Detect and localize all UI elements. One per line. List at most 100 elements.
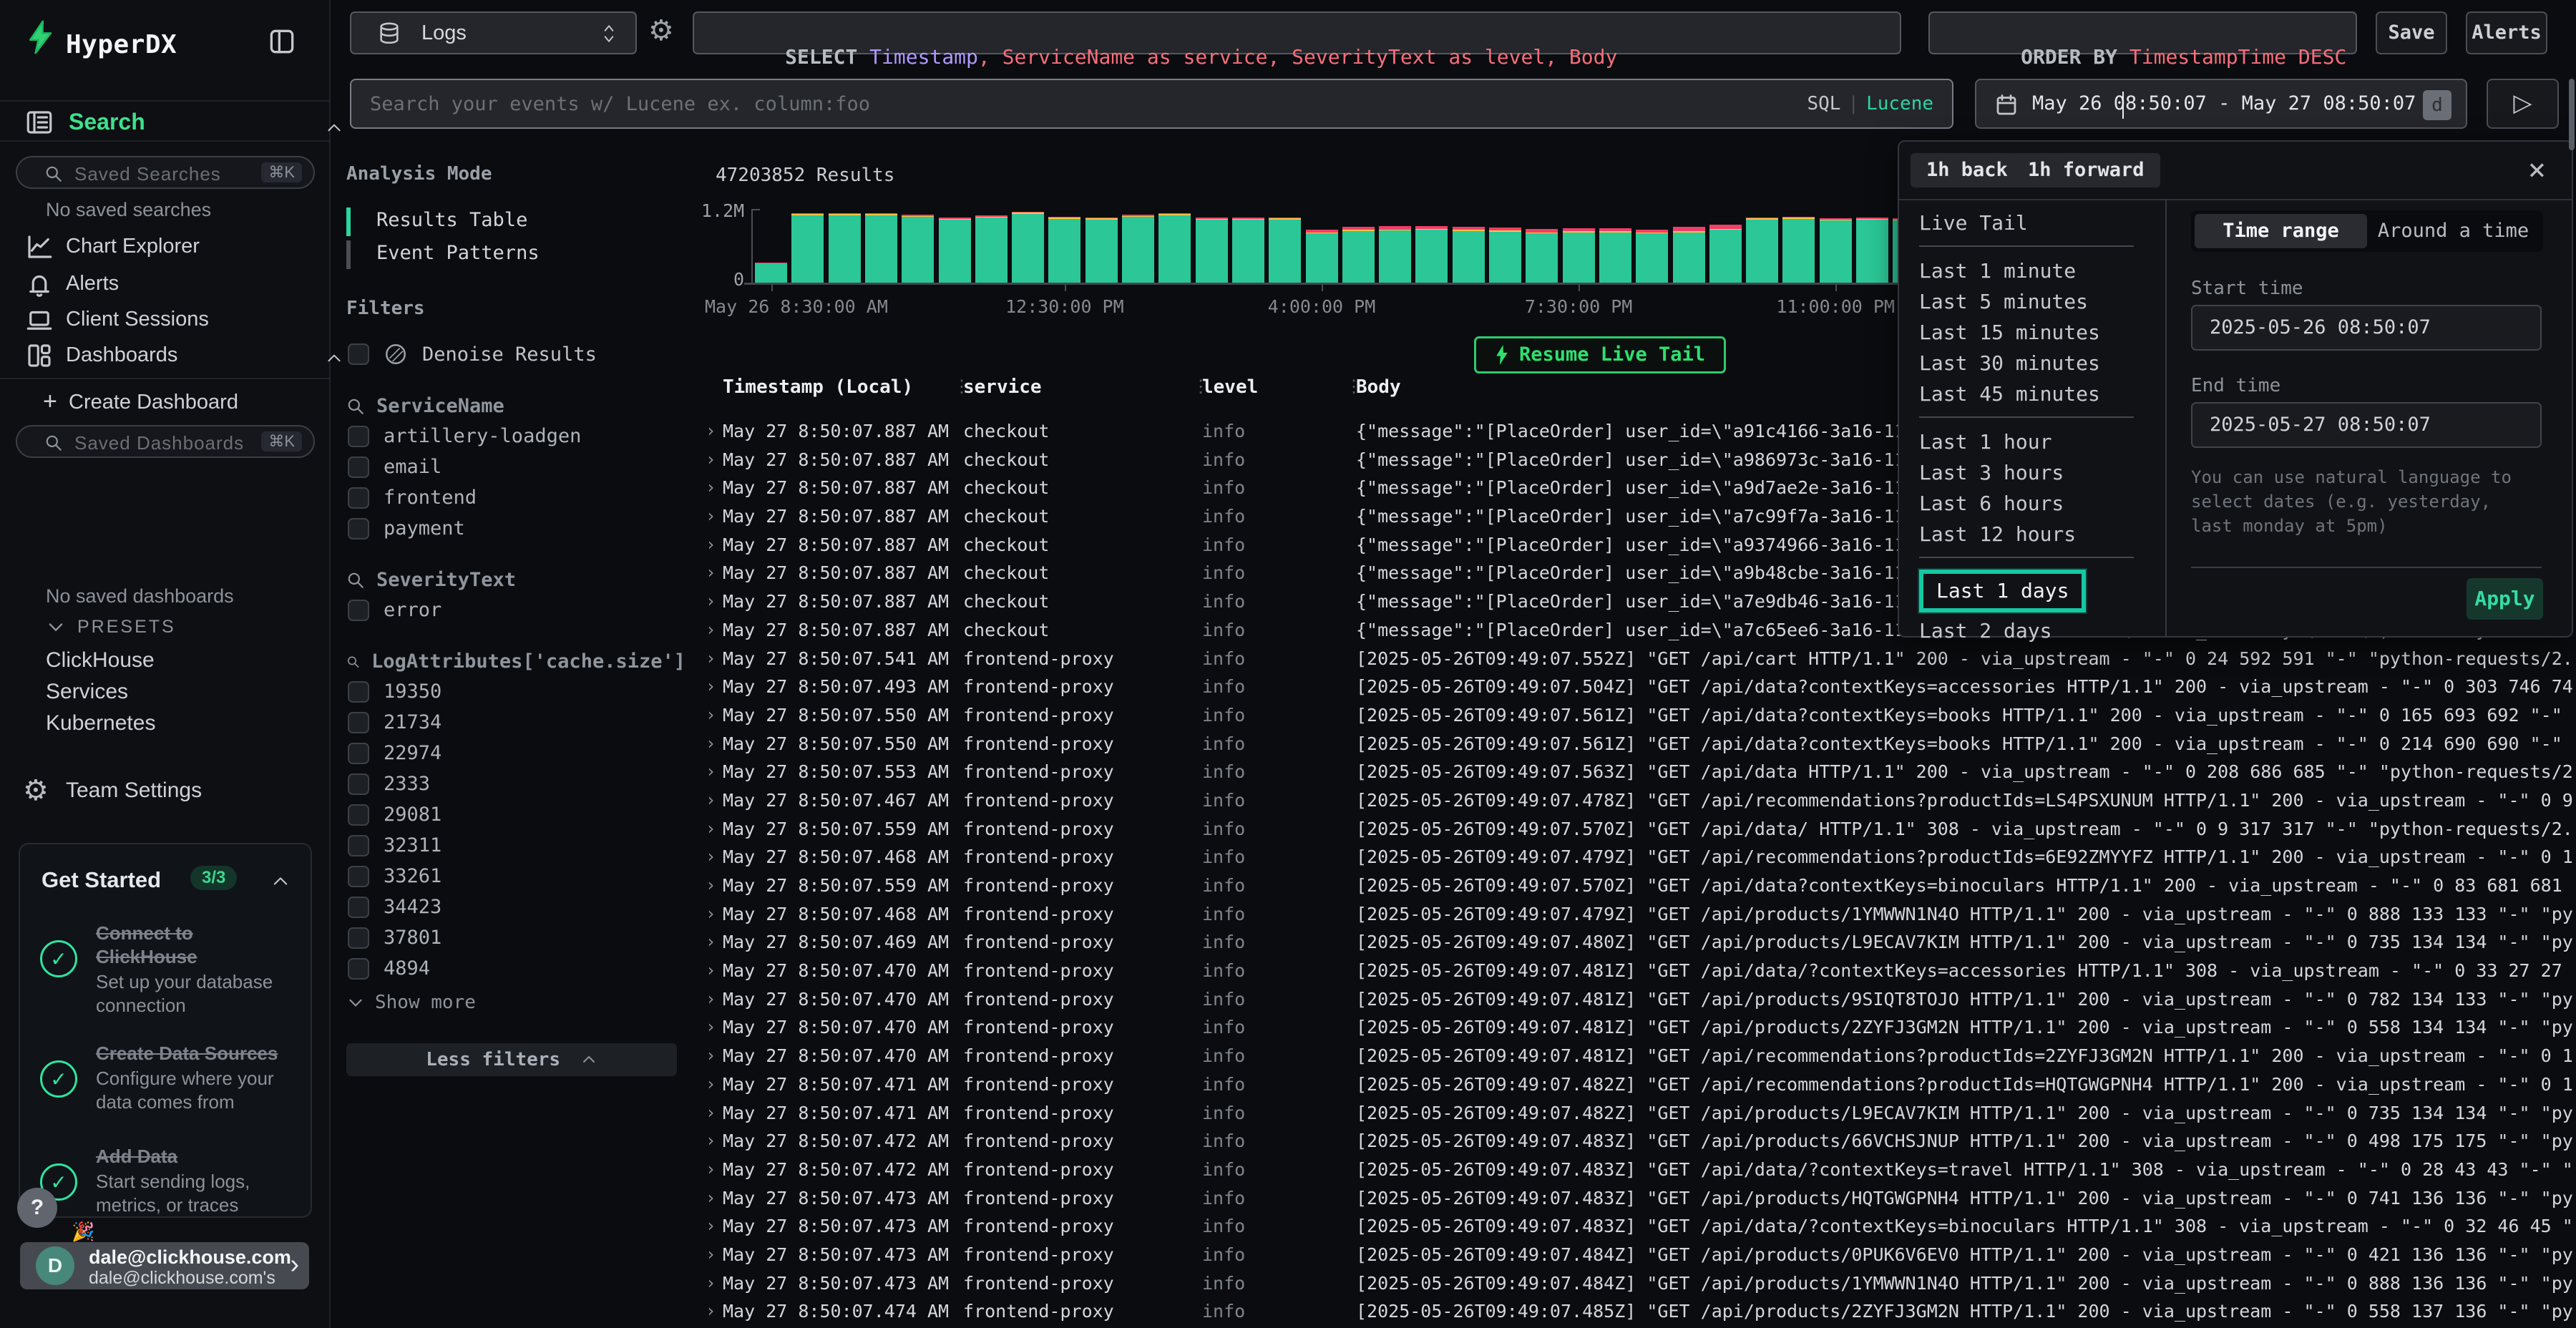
saved-dashboards-input[interactable]: Saved Dashboards ⌘K — [16, 425, 315, 458]
histogram-bar[interactable] — [1489, 228, 1521, 283]
sidebar-item-search[interactable]: Search — [0, 102, 329, 142]
expand-row-icon[interactable]: › — [706, 904, 716, 924]
histogram-bar[interactable] — [939, 218, 971, 283]
table-row[interactable]: ›May 27 8:50:07.468 AMfrontend-proxyinfo… — [701, 844, 2576, 872]
checkbox[interactable] — [348, 487, 369, 509]
quick-range-last-1-hour[interactable]: Last 1 hour — [1919, 426, 2165, 457]
table-row[interactable]: ›May 27 8:50:07.550 AMfrontend-proxyinfo… — [701, 731, 2576, 759]
histogram-bar[interactable] — [1820, 218, 1852, 283]
table-row[interactable]: ›May 27 8:50:07.493 AMfrontend-proxyinfo… — [701, 673, 2576, 702]
sidebar-item-clickhouse[interactable]: ClickHouse — [46, 648, 155, 673]
checkbox[interactable] — [348, 456, 369, 478]
histogram-bar[interactable] — [1673, 227, 1705, 283]
date-range-input[interactable]: May 26 08:50:07 - May 27 08:50:07 d — [1975, 79, 2467, 129]
expand-row-icon[interactable]: › — [706, 562, 716, 582]
checkbox[interactable] — [348, 897, 369, 918]
table-row[interactable]: ›May 27 8:50:07.468 AMfrontend-proxyinfo… — [701, 901, 2576, 929]
sidebar-item-team-settings[interactable]: ⚙ Team Settings — [0, 774, 329, 810]
histogram-bar[interactable] — [1085, 218, 1118, 283]
table-row[interactable]: ›May 27 8:50:07.472 AMfrontend-proxyinfo… — [701, 1156, 2576, 1185]
checkbox[interactable] — [348, 835, 369, 856]
save-button[interactable]: Save — [2376, 11, 2447, 54]
filter-option[interactable]: artillery-loadgen — [346, 424, 686, 448]
table-row[interactable]: ›May 27 8:50:07.474 AMfrontend-proxyinfo… — [701, 1298, 2576, 1327]
filter-option[interactable]: 33261 — [346, 864, 686, 888]
histogram-bar[interactable] — [1012, 212, 1044, 283]
expand-row-icon[interactable]: › — [706, 932, 716, 952]
histogram-bar[interactable] — [865, 213, 897, 283]
checkbox[interactable] — [348, 712, 369, 733]
histogram-bar[interactable] — [1269, 218, 1301, 283]
expand-row-icon[interactable]: › — [706, 534, 716, 555]
histogram-bar[interactable] — [1526, 229, 1558, 283]
tab-around-a-time[interactable]: Around a time — [2367, 214, 2540, 248]
histogram-bar[interactable] — [791, 213, 824, 283]
expand-row-icon[interactable]: › — [706, 989, 716, 1009]
user-card[interactable]: D dale@clickhouse.com dale@clickhouse.co… — [20, 1242, 309, 1289]
table-row[interactable]: ›May 27 8:50:07.550 AMfrontend-proxyinfo… — [701, 702, 2576, 731]
checkbox[interactable] — [348, 343, 369, 365]
histogram-bar[interactable] — [1122, 215, 1154, 283]
quick-range-last-1-minute[interactable]: Last 1 minute — [1919, 255, 2165, 286]
histogram-bar[interactable] — [1709, 225, 1742, 283]
quick-range-live-tail[interactable]: Live Tail — [1919, 208, 2165, 238]
table-row[interactable]: ›May 27 8:50:07.473 AMfrontend-proxyinfo… — [701, 1241, 2576, 1270]
start-time-input[interactable]: 2025-05-26 08:50:07 — [2191, 305, 2542, 351]
col-body[interactable]: Body — [1356, 376, 1401, 398]
histogram-bar[interactable] — [755, 263, 787, 283]
histogram-bar[interactable] — [1599, 228, 1631, 283]
filter-option[interactable]: 34423 — [346, 895, 686, 919]
create-dashboard-button[interactable]: + Create Dashboard — [0, 386, 329, 418]
expand-row-icon[interactable]: › — [706, 1244, 716, 1264]
table-row[interactable]: ›May 27 8:50:07.473 AMfrontend-proxyinfo… — [701, 1270, 2576, 1299]
filter-option[interactable]: frontend — [346, 486, 686, 509]
checkbox[interactable] — [348, 426, 369, 447]
expand-row-icon[interactable]: › — [706, 705, 716, 725]
checkbox[interactable] — [348, 866, 369, 887]
histogram-bar[interactable] — [1415, 226, 1448, 283]
order-by-editor[interactable]: ORDER BY TimestampTime DESC — [1928, 11, 2357, 54]
expand-row-icon[interactable]: › — [706, 790, 716, 810]
col-service[interactable]: service — [963, 376, 1042, 398]
col-timestamp[interactable]: Timestamp (Local) — [723, 376, 913, 398]
expand-row-icon[interactable]: › — [706, 591, 716, 611]
expand-row-icon[interactable]: › — [706, 733, 716, 753]
quick-range-last-15-minutes[interactable]: Last 15 minutes — [1919, 317, 2165, 348]
expand-row-icon[interactable]: › — [706, 1159, 716, 1179]
help-button[interactable]: ? — [17, 1188, 57, 1228]
get-started-step-add-data[interactable]: ✓ Add Data Start sending logs, metrics, … — [40, 1145, 291, 1224]
table-row[interactable]: ›May 27 8:50:07.467 AMfrontend-proxyinfo… — [701, 787, 2576, 816]
source-select[interactable]: Logs — [350, 11, 637, 54]
expand-row-icon[interactable]: › — [706, 421, 716, 441]
expand-row-icon[interactable]: › — [706, 1301, 716, 1321]
mode-event-patterns[interactable]: Event Patterns — [346, 239, 686, 272]
expand-row-icon[interactable]: › — [706, 1188, 716, 1208]
end-time-input[interactable]: 2025-05-27 08:50:07 — [2191, 402, 2542, 448]
alerts-button[interactable]: Alerts — [2466, 11, 2547, 54]
sidebar-item-alerts[interactable]: Alerts — [0, 268, 329, 303]
scrollbar-thumb[interactable] — [2569, 79, 2575, 150]
search-input[interactable] — [370, 83, 1729, 125]
quick-range-last-45-minutes[interactable]: Last 45 minutes — [1919, 379, 2165, 409]
checkbox[interactable] — [348, 600, 369, 621]
histogram-bar[interactable] — [1232, 218, 1264, 283]
denoise-results-checkbox[interactable]: Denoise Results — [346, 342, 686, 366]
histogram-bar[interactable] — [975, 215, 1008, 283]
histogram-bar[interactable] — [1196, 218, 1228, 283]
get-started-step-connect[interactable]: ✓ Connect to ClickHouse Set up your data… — [40, 922, 291, 1017]
resume-live-tail-button[interactable]: Resume Live Tail — [1474, 336, 1726, 374]
quick-range-last-3-hours[interactable]: Last 3 hours — [1919, 457, 2165, 488]
query-language-toggle[interactable]: SQL|Lucene — [1807, 93, 1933, 114]
histogram-bar[interactable] — [1636, 230, 1668, 283]
histogram-bar[interactable] — [1453, 227, 1485, 283]
histogram-bar[interactable] — [1158, 213, 1191, 283]
filter-option[interactable]: 29081 — [346, 803, 686, 826]
expand-row-icon[interactable]: › — [706, 648, 716, 668]
table-row[interactable]: ›May 27 8:50:07.470 AMfrontend-proxyinfo… — [701, 986, 2576, 1015]
filter-option[interactable]: 37801 — [346, 926, 686, 949]
saved-searches-input[interactable]: Saved Searches ⌘K — [16, 156, 315, 189]
filter-option[interactable]: 2333 — [346, 772, 686, 796]
histogram-bar[interactable] — [902, 215, 934, 283]
quick-range-last-30-minutes[interactable]: Last 30 minutes — [1919, 348, 2165, 379]
histogram-bar[interactable] — [1563, 228, 1595, 283]
